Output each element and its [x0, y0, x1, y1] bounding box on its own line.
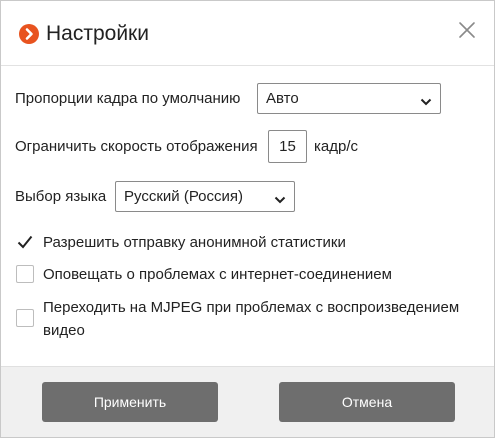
- apply-button[interactable]: Применить: [42, 382, 218, 422]
- mjpeg-fallback-label-line2: видео: [43, 322, 85, 339]
- mjpeg-fallback-label-line1: Переходить на MJPEG при проблемах с восп…: [43, 299, 460, 316]
- chevron-down-icon: [420, 94, 432, 111]
- checkmark-icon: [17, 235, 33, 249]
- app-logo-icon: [19, 24, 39, 44]
- connection-alerts-label: Оповещать о проблемах с интернет-соедине…: [43, 266, 392, 283]
- settings-dialog: Настройки Пропорции кадра по умолчанию А…: [0, 0, 495, 438]
- language-select[interactable]: Русский (Россия): [115, 181, 295, 212]
- frame-rate-unit: кадр/с: [314, 138, 358, 155]
- language-value: Русский (Россия): [124, 188, 244, 205]
- chevron-down-icon: [274, 192, 286, 209]
- aspect-ratio-value: Авто: [266, 90, 299, 107]
- language-label: Выбор языка: [15, 188, 107, 205]
- dialog-header: Настройки: [1, 1, 494, 66]
- aspect-ratio-label: Пропорции кадра по умолчанию: [15, 90, 241, 107]
- aspect-ratio-select[interactable]: Авто: [257, 83, 441, 114]
- dialog-title: Настройки: [46, 22, 149, 45]
- frame-rate-input[interactable]: 15: [268, 130, 307, 163]
- frame-rate-label: Ограничить скорость отображения: [15, 138, 258, 155]
- anonymous-stats-label: Разрешить отправку анонимной статистики: [43, 234, 346, 251]
- anonymous-stats-checkbox[interactable]: [16, 233, 34, 251]
- close-icon[interactable]: [456, 19, 478, 41]
- connection-alerts-checkbox[interactable]: [16, 265, 34, 283]
- mjpeg-fallback-checkbox[interactable]: [16, 309, 34, 327]
- cancel-button[interactable]: Отмена: [279, 382, 455, 422]
